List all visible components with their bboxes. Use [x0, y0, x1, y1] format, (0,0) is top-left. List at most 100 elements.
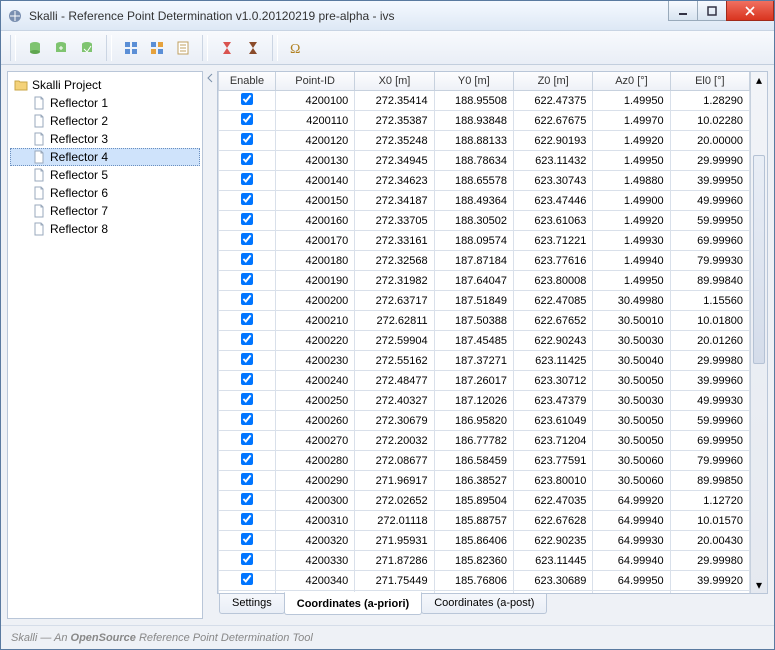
- project-tree[interactable]: Skalli Project Reflector 1Reflector 2Ref…: [7, 71, 203, 619]
- cell-enable[interactable]: [219, 571, 276, 591]
- enable-checkbox[interactable]: [241, 513, 253, 525]
- maximize-button[interactable]: [697, 1, 727, 21]
- cell-enable[interactable]: [219, 551, 276, 571]
- table-row[interactable]: 4200280272.08677186.58459623.7759130.500…: [219, 451, 750, 471]
- column-header[interactable]: Z0 [m]: [513, 72, 592, 91]
- table-row[interactable]: 4200260272.30679186.95820623.6104930.500…: [219, 411, 750, 431]
- column-header[interactable]: Y0 [m]: [434, 72, 513, 91]
- toolbar-hourglass-dark[interactable]: [241, 36, 265, 60]
- cell-enable[interactable]: [219, 271, 276, 291]
- cell-enable[interactable]: [219, 431, 276, 451]
- cell-enable[interactable]: [219, 331, 276, 351]
- toolbar-omega-icon[interactable]: Ω: [285, 36, 309, 60]
- enable-checkbox[interactable]: [241, 93, 253, 105]
- scroll-thumb[interactable]: [753, 155, 765, 363]
- close-button[interactable]: [726, 1, 774, 21]
- table-row[interactable]: 4200320271.95931185.86406622.9023564.999…: [219, 531, 750, 551]
- table-row[interactable]: 4200200272.63717187.51849622.4708530.499…: [219, 291, 750, 311]
- cell-enable[interactable]: [219, 351, 276, 371]
- table-row[interactable]: 4200100272.35414188.95508622.473751.4995…: [219, 91, 750, 111]
- tree-item[interactable]: Reflector 4: [10, 148, 200, 166]
- tree-root[interactable]: Skalli Project: [10, 76, 200, 94]
- tab[interactable]: Coordinates (a-priori): [284, 592, 422, 615]
- tree-item[interactable]: Reflector 8: [10, 220, 200, 238]
- enable-checkbox[interactable]: [241, 433, 253, 445]
- enable-checkbox[interactable]: [241, 453, 253, 465]
- table-row[interactable]: 4200150272.34187188.49364623.474461.4990…: [219, 191, 750, 211]
- table-row[interactable]: 4200180272.32568187.87184623.776161.4994…: [219, 251, 750, 271]
- table-row[interactable]: 4200230272.55162187.37271623.1142530.500…: [219, 351, 750, 371]
- vertical-scrollbar[interactable]: ▴ ▾: [750, 72, 767, 593]
- cell-enable[interactable]: [219, 511, 276, 531]
- table-row[interactable]: 4200220272.59904187.45485622.9024330.500…: [219, 331, 750, 351]
- cell-enable[interactable]: [219, 131, 276, 151]
- toolbar-db-green-3[interactable]: [75, 36, 99, 60]
- tab[interactable]: Coordinates (a-post): [421, 593, 547, 614]
- enable-checkbox[interactable]: [241, 193, 253, 205]
- cell-enable[interactable]: [219, 231, 276, 251]
- enable-checkbox[interactable]: [241, 493, 253, 505]
- enable-checkbox[interactable]: [241, 253, 253, 265]
- table-row[interactable]: 4200270272.20032186.77782623.7120430.500…: [219, 431, 750, 451]
- cell-enable[interactable]: [219, 91, 276, 111]
- enable-checkbox[interactable]: [241, 413, 253, 425]
- enable-checkbox[interactable]: [241, 313, 253, 325]
- toolbar-db-green-2[interactable]: [49, 36, 73, 60]
- tree-item[interactable]: Reflector 2: [10, 112, 200, 130]
- cell-enable[interactable]: [219, 391, 276, 411]
- enable-checkbox[interactable]: [241, 233, 253, 245]
- cell-enable[interactable]: [219, 491, 276, 511]
- enable-checkbox[interactable]: [241, 393, 253, 405]
- table-row[interactable]: 4200290271.96917186.38527623.8001030.500…: [219, 471, 750, 491]
- cell-enable[interactable]: [219, 191, 276, 211]
- cell-enable[interactable]: [219, 591, 276, 594]
- column-header[interactable]: X0 [m]: [355, 72, 434, 91]
- splitter[interactable]: [207, 71, 213, 619]
- column-header[interactable]: El0 [°]: [670, 72, 749, 91]
- enable-checkbox[interactable]: [241, 273, 253, 285]
- toolbar-hourglass-red[interactable]: [215, 36, 239, 60]
- tree-item[interactable]: Reflector 3: [10, 130, 200, 148]
- cell-enable[interactable]: [219, 291, 276, 311]
- cell-enable[interactable]: [219, 471, 276, 491]
- cell-enable[interactable]: [219, 151, 276, 171]
- toolbar-grid-2[interactable]: [145, 36, 169, 60]
- enable-checkbox[interactable]: [241, 573, 253, 585]
- tree-item[interactable]: Reflector 6: [10, 184, 200, 202]
- cell-enable[interactable]: [219, 311, 276, 331]
- cell-enable[interactable]: [219, 371, 276, 391]
- tree-item[interactable]: Reflector 1: [10, 94, 200, 112]
- cell-enable[interactable]: [219, 251, 276, 271]
- column-header[interactable]: Enable: [219, 72, 276, 91]
- minimize-button[interactable]: [668, 1, 698, 21]
- table-row[interactable]: 4200190272.31982187.64047623.800081.4995…: [219, 271, 750, 291]
- tab[interactable]: Settings: [219, 593, 285, 614]
- table-row[interactable]: 4200240272.48477187.26017623.3071230.500…: [219, 371, 750, 391]
- enable-checkbox[interactable]: [241, 473, 253, 485]
- scroll-down-icon[interactable]: ▾: [751, 577, 767, 593]
- enable-checkbox[interactable]: [241, 113, 253, 125]
- table-row[interactable]: 4200310272.01118185.88757622.6762864.999…: [219, 511, 750, 531]
- toolbar-db-green-1[interactable]: [23, 36, 47, 60]
- table-scroll[interactable]: EnablePoint-IDX0 [m]Y0 [m]Z0 [m]Az0 [°]E…: [218, 72, 750, 593]
- column-header[interactable]: Az0 [°]: [593, 72, 670, 91]
- table-row[interactable]: 4200330271.87286185.82360623.1144564.999…: [219, 551, 750, 571]
- column-header[interactable]: Point-ID: [275, 72, 354, 91]
- enable-checkbox[interactable]: [241, 533, 253, 545]
- table-row[interactable]: 4200250272.40327187.12026623.4737930.500…: [219, 391, 750, 411]
- enable-checkbox[interactable]: [241, 153, 253, 165]
- table-row[interactable]: 4200340271.75449185.76806623.3068964.999…: [219, 571, 750, 591]
- cell-enable[interactable]: [219, 171, 276, 191]
- tree-item[interactable]: Reflector 5: [10, 166, 200, 184]
- cell-enable[interactable]: [219, 211, 276, 231]
- scroll-up-icon[interactable]: ▴: [751, 72, 767, 88]
- enable-checkbox[interactable]: [241, 373, 253, 385]
- toolbar-sheet-icon[interactable]: [171, 36, 195, 60]
- table-row[interactable]: 4200210272.62811187.50388622.6765230.500…: [219, 311, 750, 331]
- table-row[interactable]: 4200170272.33161188.09574623.712211.4993…: [219, 231, 750, 251]
- enable-checkbox[interactable]: [241, 293, 253, 305]
- table-row[interactable]: 4200300272.02652185.89504622.4703564.999…: [219, 491, 750, 511]
- table-row[interactable]: 4200160272.33705188.30502623.610631.4992…: [219, 211, 750, 231]
- cell-enable[interactable]: [219, 111, 276, 131]
- enable-checkbox[interactable]: [241, 173, 253, 185]
